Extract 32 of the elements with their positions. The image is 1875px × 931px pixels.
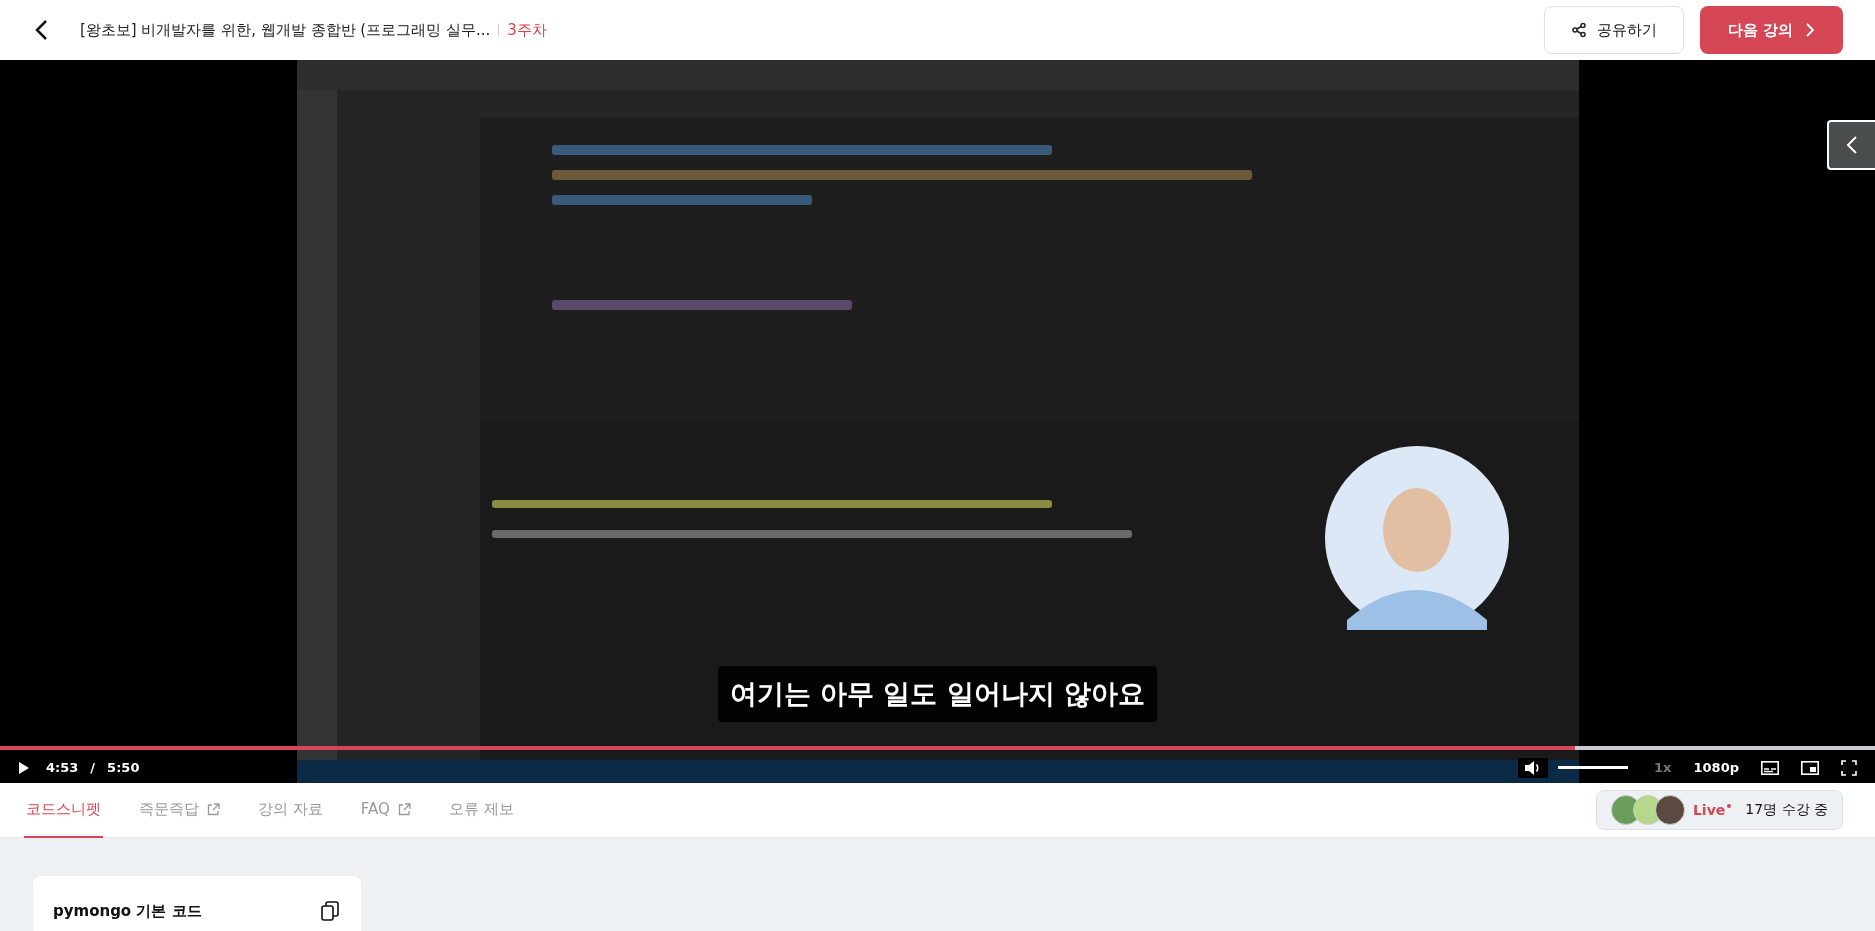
next-lecture-button[interactable]: 다음 강의 — [1700, 6, 1843, 54]
progress-bar[interactable] — [0, 746, 1875, 750]
fullscreen-icon — [1841, 759, 1857, 776]
viewer-count: 17명 수강 중 — [1745, 801, 1828, 819]
back-icon — [34, 19, 50, 41]
tab[interactable]: FAQ — [358, 782, 413, 838]
subtitles-icon — [1761, 760, 1779, 775]
subtitle-caption: 여기는 아무 일도 일어나지 않아요 — [717, 666, 1158, 722]
panel-toggle-button[interactable] — [1827, 120, 1875, 170]
volume-button[interactable] — [1518, 757, 1549, 778]
chevron-left-icon — [1846, 135, 1858, 155]
tab[interactable]: 오류 제보 — [446, 782, 516, 838]
live-dot — [1727, 804, 1732, 808]
play-icon — [18, 760, 30, 775]
chevron-right-icon — [1805, 23, 1816, 37]
tab[interactable]: 코드스니펫 — [24, 782, 103, 838]
copy-icon — [321, 901, 339, 921]
tab[interactable]: 강의 자료 — [256, 782, 325, 838]
time-separator: / — [90, 760, 96, 775]
week-label: 3주차 — [507, 20, 547, 40]
share-icon — [1571, 22, 1587, 38]
tab[interactable]: 즉문즉답 — [137, 782, 222, 838]
duration: 5:50 — [107, 760, 140, 775]
course-title: [왕초보] 비개발자를 위한, 웹개발 종합반 (프로그래밍 실무... — [80, 20, 491, 40]
current-time: 4:53 — [46, 760, 79, 775]
share-button[interactable]: 공유하기 — [1544, 6, 1684, 54]
avatar — [1654, 795, 1685, 825]
snippet-title: pymongo 기본 코드 — [53, 901, 202, 921]
volume-slider[interactable] — [1558, 766, 1629, 769]
picture-in-picture-icon — [1801, 760, 1819, 775]
copy-button[interactable] — [319, 899, 341, 923]
live-label: Live — [1692, 802, 1726, 818]
